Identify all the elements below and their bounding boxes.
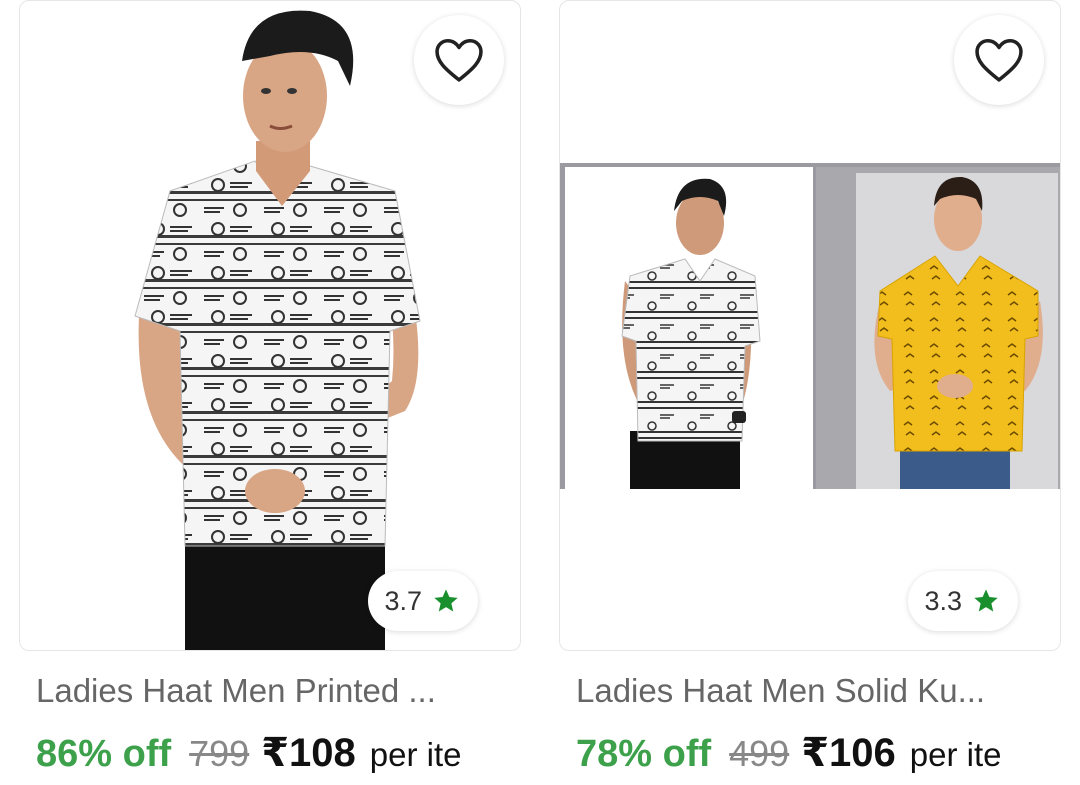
price-row: 86% off 799 ₹108 per ite [36, 730, 531, 780]
wishlist-button[interactable] [954, 15, 1044, 105]
discount-label: 86% off [36, 733, 172, 775]
price-unit: per ite [909, 736, 1002, 773]
product-card[interactable]: 3.7 Ladies Haat Men Printed ... 86% off … [19, 0, 521, 785]
original-price: 499 [729, 733, 790, 774]
star-icon [974, 589, 998, 612]
rating-badge: 3.7 [368, 571, 478, 631]
discount-label: 78% off [576, 733, 712, 775]
sale-price: ₹108 [261, 731, 356, 775]
original-price: 799 [189, 733, 250, 774]
rating-value: 3.3 [924, 585, 962, 616]
price-unit: per ite [369, 736, 462, 773]
product-image[interactable]: 3.7 [19, 0, 521, 651]
heart-outline-icon [435, 38, 483, 82]
star-icon [434, 589, 458, 612]
product-card[interactable]: 3.3 Ladies Haat Men Solid Ku... 78% off … [559, 0, 1061, 785]
wishlist-button[interactable] [414, 15, 504, 105]
product-title[interactable]: Ladies Haat Men Printed ... [36, 672, 516, 710]
rating-value: 3.7 [384, 585, 422, 616]
product-title[interactable]: Ladies Haat Men Solid Ku... [576, 672, 1056, 710]
price-row: 78% off 499 ₹106 per ite [576, 730, 1071, 780]
heart-outline-icon [975, 38, 1023, 82]
rating-badge: 3.3 [908, 571, 1018, 631]
product-image[interactable]: 3.3 [559, 0, 1061, 651]
sale-price: ₹106 [801, 731, 896, 775]
